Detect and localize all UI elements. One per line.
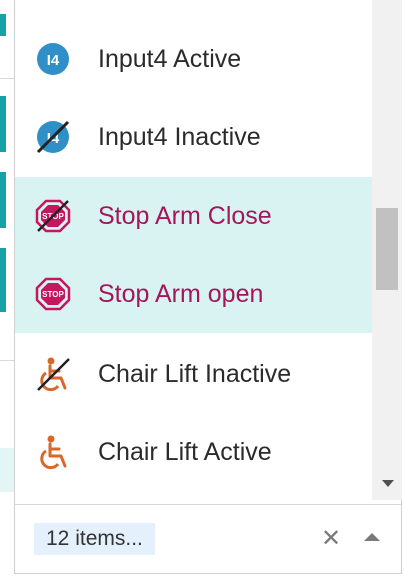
clear-selection-icon[interactable]: ✕ [319, 523, 343, 555]
multiselect-dropdown[interactable]: I4 Input4 Active I4 Input4 Inactive STOP… [14, 0, 402, 574]
selected-count-badge[interactable]: 12 items... [34, 523, 155, 555]
option-label: Chair Lift Active [98, 437, 272, 466]
edge-marker [0, 14, 6, 36]
scroll-down-arrow-icon[interactable] [382, 480, 394, 487]
option-label: Input4 Active [98, 44, 242, 73]
edge-marker [0, 96, 6, 152]
option-label: Stop Arm open [98, 279, 264, 308]
option-chair-lift-active[interactable]: Chair Lift Active [15, 413, 372, 491]
option-list[interactable]: I4 Input4 Active I4 Input4 Inactive STOP… [15, 0, 372, 500]
option-stop-arm-open[interactable]: STOP Stop Arm open [15, 255, 372, 333]
svg-text:STOP: STOP [42, 290, 64, 299]
stop-arm-open-icon: STOP [35, 277, 71, 311]
edge-highlight [0, 448, 14, 492]
edge-marker [0, 248, 6, 312]
chair-lift-inactive-icon [37, 357, 70, 392]
collapse-arrow-icon[interactable] [364, 533, 380, 541]
edge-marker [0, 172, 6, 228]
input4-active-icon: I4 [37, 43, 69, 75]
scrollbar[interactable] [372, 0, 402, 500]
option-chair-lift-inactive[interactable]: Chair Lift Inactive [15, 335, 372, 413]
option-label: Input4 Inactive [98, 122, 261, 151]
edge-divider [0, 78, 14, 79]
dropdown-footer: 12 items... ✕ [15, 504, 401, 573]
stop-arm-close-icon: STOP [35, 199, 71, 233]
svg-text:I4: I4 [47, 52, 60, 69]
input4-inactive-icon: I4 [36, 120, 70, 154]
option-input4-inactive[interactable]: I4 Input4 Inactive [15, 98, 372, 176]
chair-lift-active-icon [40, 435, 67, 470]
option-input4-active[interactable]: I4 Input4 Active [15, 20, 372, 98]
edge-divider [0, 360, 14, 361]
option-label: Chair Lift Inactive [98, 359, 292, 388]
option-label: Stop Arm Close [98, 201, 272, 230]
scrollbar-thumb[interactable] [376, 208, 398, 290]
option-stop-arm-close[interactable]: STOP Stop Arm Close [15, 177, 372, 255]
